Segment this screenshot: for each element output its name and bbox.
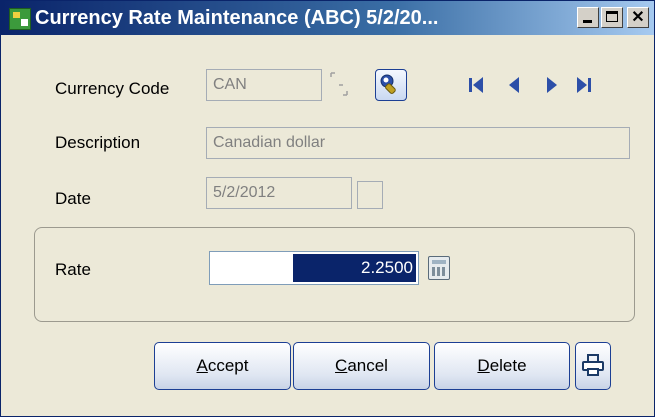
cancel-accesskey: C [335,356,348,375]
app-icon [9,8,31,30]
dropdown-placeholder-icon [330,72,348,96]
delete-button[interactable]: Delete [434,342,570,390]
description-label: Description [55,133,141,152]
window-title: Currency Rate Maintenance (ABC) 5/2/20..… [35,7,439,29]
first-record-icon[interactable] [469,76,491,94]
title-bar[interactable]: Currency Rate Maintenance (ABC) 5/2/20..… [1,1,654,35]
print-button[interactable] [575,342,611,390]
minimize-button[interactable] [577,7,599,28]
close-button[interactable]: ✕ [627,7,649,28]
currency-code-label: Currency Code [55,79,170,98]
currency-rate-window: Currency Rate Maintenance (ABC) 5/2/20..… [0,0,655,417]
last-record-icon[interactable] [576,76,598,94]
rate-value: 2.2500 [293,254,416,282]
cancel-label: ancel [347,356,388,375]
cancel-button[interactable]: Cancel [293,342,430,390]
previous-record-icon[interactable] [507,76,529,94]
flashlight-lookup-icon [380,74,396,94]
maximize-icon [606,11,618,22]
minimize-icon [583,20,592,23]
delete-accesskey: D [477,356,490,375]
currency-code-field[interactable]: CAN [206,69,322,101]
next-record-icon[interactable] [545,76,567,94]
rate-label: Rate [55,260,91,279]
maximize-button[interactable] [601,7,623,28]
lookup-button[interactable] [375,69,407,101]
calculator-icon[interactable] [428,256,450,280]
date-label: Date [55,189,91,208]
close-icon: ✕ [631,9,645,26]
rate-input[interactable]: 2.2500 [209,251,419,285]
date-field[interactable]: 5/2/2012 [206,177,352,209]
calendar-button[interactable] [357,181,383,209]
accept-accesskey: A [196,356,208,375]
description-field[interactable]: Canadian dollar [206,127,630,159]
accept-label: ccept [207,356,249,375]
delete-label: elete [489,356,527,375]
accept-button[interactable]: Accept [154,342,291,390]
printer-icon [582,354,604,378]
